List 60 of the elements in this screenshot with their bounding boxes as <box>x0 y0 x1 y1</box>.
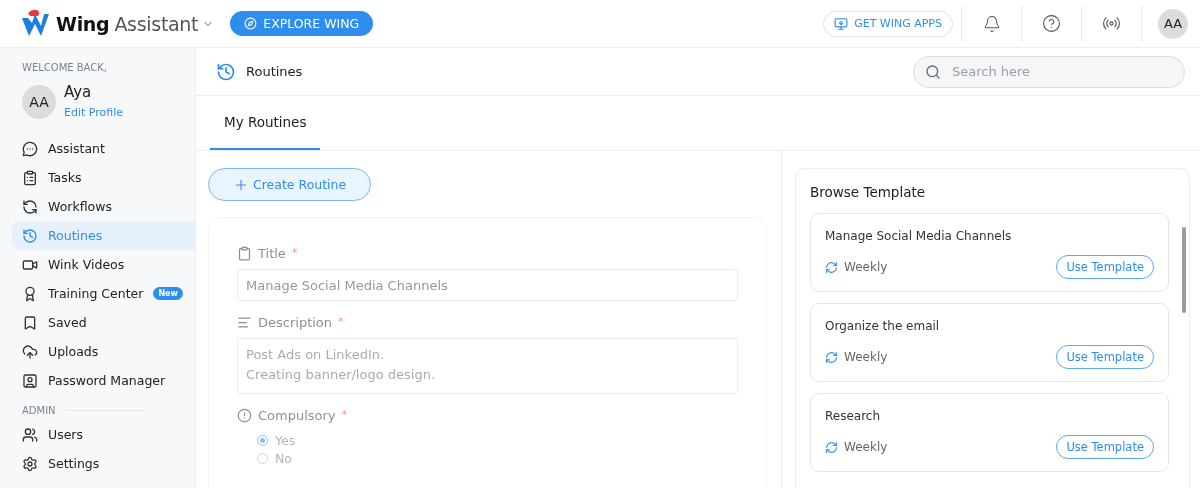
frequency-label: Weekly <box>825 350 888 364</box>
get-apps-button[interactable]: GET WING APPS <box>823 10 953 37</box>
required-mark: * <box>291 246 298 259</box>
sidebar-item[interactable]: Training Center New <box>12 279 195 308</box>
sidebar-item[interactable]: Wink Videos <box>12 250 195 279</box>
use-template-button[interactable]: Use Template <box>1056 435 1154 459</box>
help-icon <box>1042 14 1061 33</box>
lines-icon <box>237 315 252 330</box>
award-icon <box>22 285 38 302</box>
sidebar-item[interactable]: Tasks <box>12 163 195 192</box>
template-name: Research <box>825 409 882 423</box>
sidebar-item[interactable]: Password Manager <box>12 366 195 395</box>
panel-heading: Browse Template <box>810 184 927 200</box>
template-name: Manage Social Media Channels <box>825 229 1013 243</box>
clock-icon <box>22 227 38 244</box>
brand-name: Wing Assistant <box>56 12 199 35</box>
bookmark-icon <box>22 314 38 331</box>
cycle-icon <box>22 198 38 215</box>
search-field[interactable]: Search here <box>913 55 1185 88</box>
page-title: Routines <box>246 64 303 79</box>
chat-icon <box>22 140 38 157</box>
cloud-upload-icon <box>22 343 38 360</box>
sidebar-item[interactable]: Assistant <box>12 134 195 163</box>
user-name: Aya <box>64 83 93 101</box>
scrollbar-thumb[interactable] <box>1182 227 1186 313</box>
settings-icon <box>22 455 38 472</box>
frequency-label: Weekly <box>825 440 888 454</box>
user-avatar[interactable]: AA <box>1158 8 1188 39</box>
users-icon <box>22 426 38 443</box>
refresh-icon <box>825 260 838 274</box>
required-mark: * <box>341 408 348 421</box>
sidebar-item[interactable]: Uploads <box>12 337 195 366</box>
broadcast-icon <box>1102 14 1121 33</box>
required-mark: * <box>338 315 344 328</box>
sidebar-item[interactable]: Saved <box>12 308 195 337</box>
user-avatar: AA <box>22 84 56 119</box>
sidebar-item[interactable]: Users <box>12 420 195 449</box>
field-label: Compulsory <box>258 408 336 423</box>
field-label: Title <box>258 246 286 261</box>
clipboard-icon <box>237 246 252 261</box>
id-card-icon <box>22 372 38 389</box>
clipboard-icon <box>22 169 38 186</box>
new-badge: New <box>153 287 183 300</box>
section-heading: ADMIN <box>22 405 56 416</box>
use-template-button[interactable]: Use Template <box>1056 255 1154 279</box>
bell-icon <box>982 14 1001 33</box>
compass-icon <box>244 17 258 30</box>
frequency-label: Weekly <box>825 260 888 274</box>
monitor-download-icon <box>834 16 849 31</box>
refresh-icon <box>825 350 838 364</box>
sidebar-item[interactable]: Settings <box>12 449 195 478</box>
clock-icon <box>216 61 236 82</box>
refresh-icon <box>825 440 838 454</box>
alert-icon <box>237 408 252 423</box>
tab[interactable]: My Routines <box>210 96 321 150</box>
template-name: Organize the email <box>825 319 941 333</box>
use-template-button[interactable]: Use Template <box>1056 345 1154 369</box>
welcome-label: WELCOME BACK, <box>21 62 108 73</box>
field-label: Description <box>258 315 333 330</box>
sidebar-item[interactable]: Workflows <box>12 192 195 221</box>
